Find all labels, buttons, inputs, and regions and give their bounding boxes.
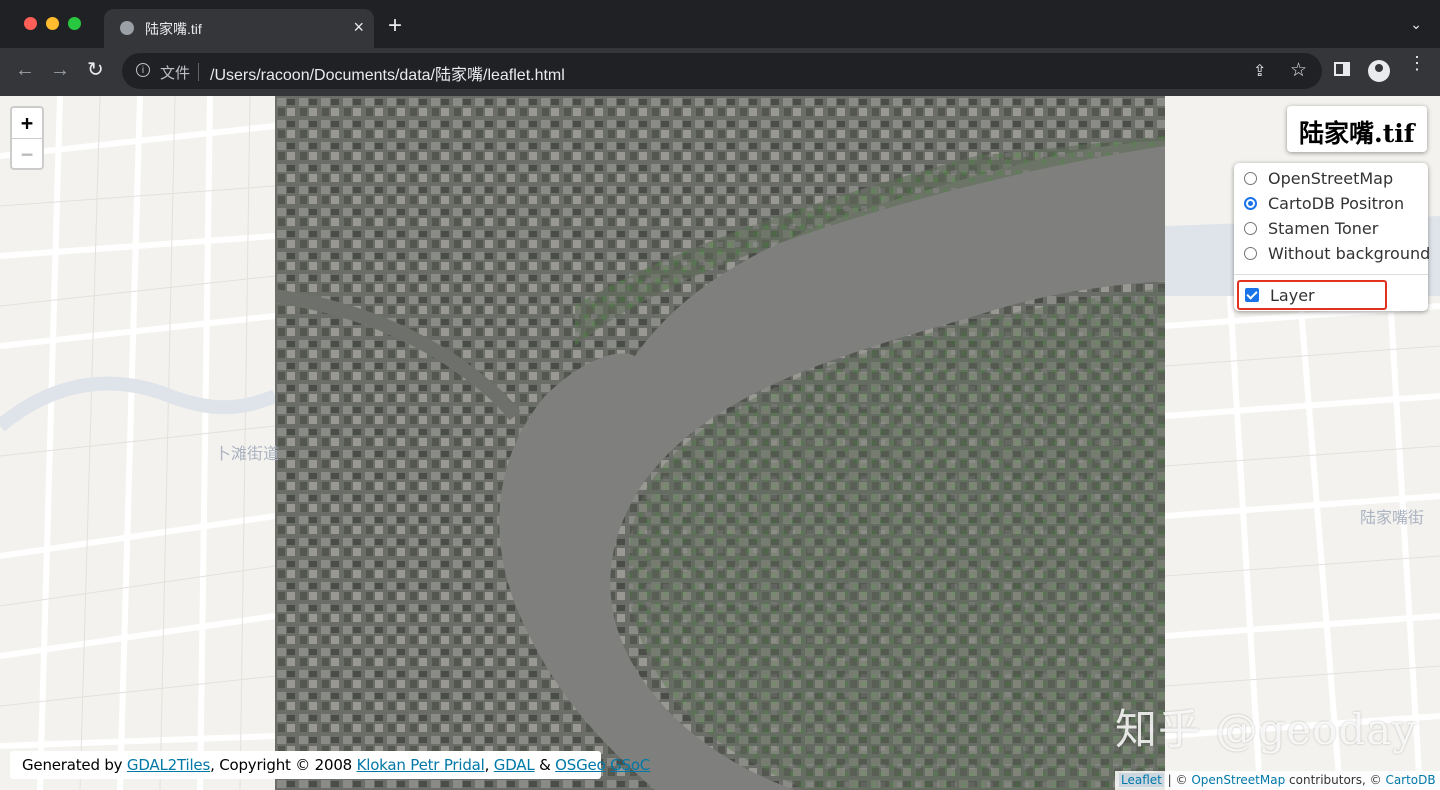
base-layer-cartodb-positron[interactable]: CartoDB Positron (1244, 192, 1404, 214)
radio-button-selected[interactable] (1244, 196, 1257, 210)
tab-close-icon[interactable]: × (353, 17, 364, 37)
layer-label: Without background (1268, 243, 1431, 263)
overlay-checkbox[interactable] (1245, 288, 1259, 302)
radio-button[interactable] (1244, 246, 1257, 260)
generated-by-text: Generated by GDAL2Tiles, Copyright © 200… (22, 756, 650, 774)
share-icon[interactable]: ⇪ (1253, 61, 1266, 81)
leaflet-link[interactable]: Leaflet (1119, 773, 1164, 787)
browser-toolbar: ← → ↻ i 文件 /Users/racoon/Documents/data/… (0, 48, 1440, 96)
scheme-label: 文件 (160, 65, 191, 82)
map-title-box: 陆家嘴.tif (1287, 106, 1427, 152)
url-text[interactable]: /Users/racoon/Documents/data/陆家嘴/leaflet… (210, 61, 565, 85)
forward-button[interactable]: → (50, 60, 70, 80)
map-attribution: Leaflet | © OpenStreetMap contributors, … (1115, 771, 1440, 790)
radio-button[interactable] (1244, 171, 1257, 185)
map-place-label: 陆家嘴街 (1360, 508, 1425, 527)
profile-avatar-icon[interactable] (1368, 60, 1390, 82)
base-layer-openstreetmap[interactable]: OpenStreetMap (1244, 167, 1393, 189)
maximize-window-button[interactable] (68, 17, 81, 30)
side-panel-icon[interactable] (1334, 62, 1350, 76)
generated-by-box: Generated by GDAL2Tiles, Copyright © 200… (10, 751, 650, 779)
tab-bar: 陆家嘴.tif × + ⌄ (0, 0, 1440, 48)
minimize-window-button[interactable] (46, 17, 59, 30)
attribution-separator: | © (1163, 773, 1192, 787)
osgeo-link[interactable]: OSGeo (555, 756, 606, 774)
layer-label: CartoDB Positron (1268, 193, 1405, 213)
new-tab-button[interactable]: + (388, 14, 402, 38)
attribution-text: contributors, © (1285, 773, 1386, 787)
osm-link[interactable]: OpenStreetMap (1191, 773, 1285, 787)
globe-icon (120, 21, 134, 35)
browser-chrome: 陆家嘴.tif × + ⌄ ← → ↻ i 文件 /Users/racoon/D… (0, 0, 1440, 96)
overlay-label: Layer (1270, 285, 1315, 305)
copyright-text: , Copyright © 2008 (210, 756, 357, 774)
back-button[interactable]: ← (15, 60, 35, 80)
separator: & (534, 756, 556, 774)
address-bar[interactable]: i 文件 /Users/racoon/Documents/data/陆家嘴/le… (122, 53, 1322, 89)
author-link[interactable]: Klokan Petr Pridal (357, 756, 485, 774)
layer-label: OpenStreetMap (1268, 168, 1394, 188)
map-title: 陆家嘴.tif (1299, 119, 1415, 148)
base-layer-stamen-toner[interactable]: Stamen Toner (1244, 217, 1378, 239)
satellite-image (275, 96, 1165, 790)
zoom-out-button[interactable]: − (12, 138, 42, 168)
close-window-button[interactable] (24, 17, 37, 30)
layer-label: Stamen Toner (1268, 218, 1379, 238)
gsoc-link[interactable]: GSoC (610, 756, 650, 774)
base-layer-without-background[interactable]: Without background (1244, 242, 1430, 264)
bookmark-star-icon[interactable]: ☆ (1290, 59, 1307, 82)
browser-menu-icon[interactable]: ⋮ (1408, 54, 1426, 72)
overlay-layer-toggle[interactable]: Layer (1237, 280, 1387, 310)
tab-title: 陆家嘴.tif (145, 21, 202, 37)
map-container[interactable]: 卜滩街道 陆家嘴街 + − 陆家嘴.tif OpenStreetMap Cart… (0, 96, 1440, 790)
generated-prefix: Generated by (22, 756, 127, 774)
tab-search-icon[interactable]: ⌄ (1410, 16, 1422, 33)
radio-button[interactable] (1244, 221, 1257, 235)
zoom-control: + − (10, 106, 44, 170)
layer-divider (1234, 274, 1428, 275)
address-divider (198, 63, 199, 81)
gdal2tiles-link[interactable]: GDAL2Tiles (127, 756, 210, 774)
separator: , (484, 756, 494, 774)
gdal-link[interactable]: GDAL (494, 756, 535, 774)
zoom-in-button[interactable]: + (12, 108, 42, 138)
watermark: 知乎 @geoday (1115, 705, 1418, 754)
tab-active[interactable]: 陆家嘴.tif × (104, 9, 374, 48)
layer-control: OpenStreetMap CartoDB Positron Stamen To… (1234, 163, 1430, 311)
cartodb-link[interactable]: CartoDB (1385, 773, 1435, 787)
reload-button[interactable]: ↻ (87, 60, 104, 80)
satellite-overlay (275, 96, 1165, 790)
info-icon[interactable]: i (136, 63, 150, 77)
map-place-label: 卜滩街道 (215, 444, 280, 463)
